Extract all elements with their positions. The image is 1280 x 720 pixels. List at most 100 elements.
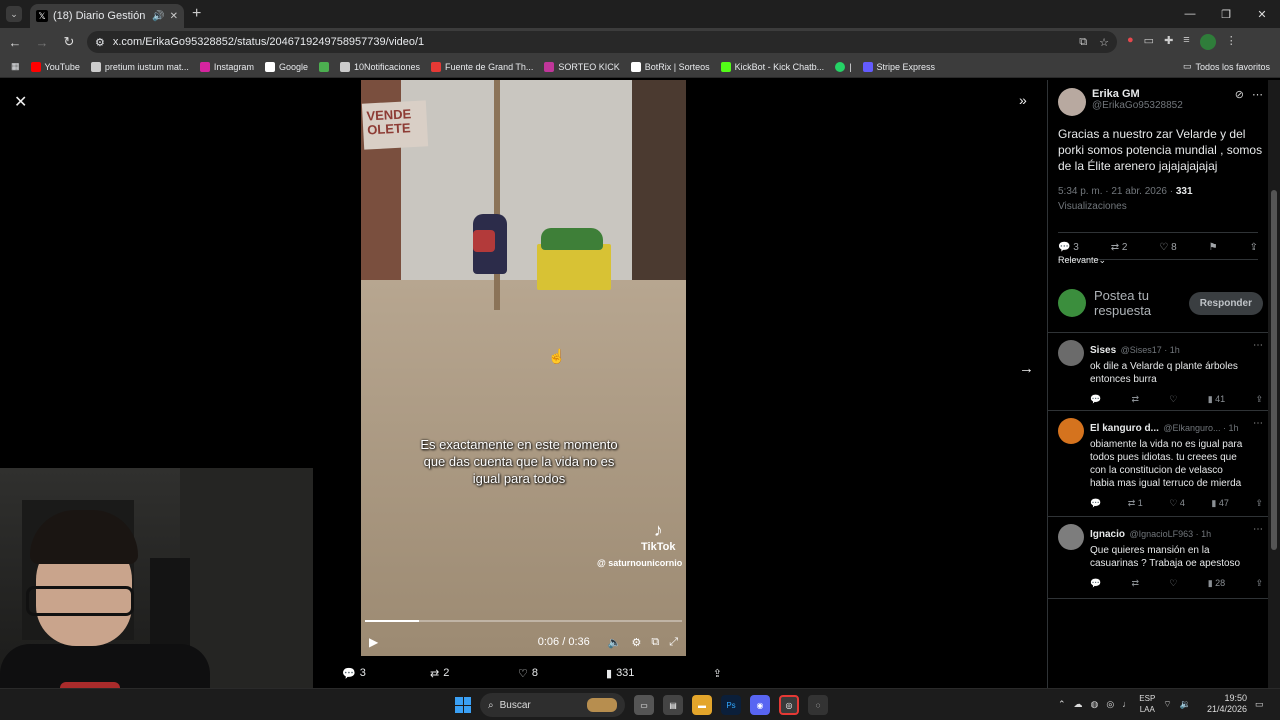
- reply-more-icon[interactable]: ⋯: [1253, 340, 1263, 386]
- restore-button[interactable]: ❐: [1208, 0, 1244, 28]
- expand-sidebar-icon[interactable]: »: [1019, 92, 1027, 108]
- apps-icon[interactable]: ▦: [11, 61, 20, 72]
- video-progress-bar[interactable]: [365, 620, 682, 622]
- reply-reply-icon[interactable]: 💬: [1090, 394, 1101, 405]
- reload-button[interactable]: ↻: [57, 30, 81, 54]
- page-scrollbar[interactable]: [1268, 80, 1280, 688]
- bookmark-10notificaciones[interactable]: 10Notificaciones: [339, 61, 420, 72]
- repost-button[interactable]: ⇄ 2: [430, 667, 518, 680]
- author-avatar[interactable]: [1058, 88, 1086, 116]
- reply-button[interactable]: 💬 3: [342, 667, 430, 680]
- windows-start-icon[interactable]: [455, 697, 471, 713]
- more-options-icon[interactable]: ⋯: [1252, 88, 1263, 116]
- bookmark-icon[interactable]: ⚑: [1209, 242, 1218, 253]
- grok-icon[interactable]: ⊘: [1235, 88, 1244, 116]
- author-name[interactable]: Erika GM: [1092, 88, 1183, 100]
- video-player[interactable]: VENDE OLETE Es exactamente en este momen…: [361, 80, 686, 656]
- language-indicator[interactable]: ESP LAA: [1139, 693, 1155, 715]
- site-info-icon[interactable]: ⚙: [95, 36, 105, 49]
- post-share-icon[interactable]: ⇪: [1250, 242, 1258, 253]
- volume-icon[interactable]: 🔈: [608, 636, 622, 649]
- tray-app-icon[interactable]: ◍: [1091, 699, 1099, 710]
- reply-reply-icon[interactable]: 💬: [1090, 498, 1101, 509]
- file-explorer-icon[interactable]: ▬: [692, 695, 712, 715]
- volume-tray-icon[interactable]: 🔉: [1180, 699, 1191, 710]
- bookmark-stripe[interactable]: Stripe Express: [862, 61, 935, 72]
- back-button[interactable]: ←: [3, 30, 27, 54]
- bookmark-pretium[interactable]: pretium iustum mat...: [90, 61, 189, 72]
- tray-network-icon[interactable]: ◎: [1106, 699, 1114, 710]
- reply-more-icon[interactable]: ⋯: [1253, 524, 1263, 570]
- views-button[interactable]: ▮ 331: [606, 667, 694, 680]
- sort-dropdown[interactable]: Relevante⌄: [1058, 255, 1106, 266]
- reply-item[interactable]: Sises @Sises17 · 1h ok dile a Velarde q …: [1058, 340, 1263, 405]
- reply-share-icon[interactable]: ⇪: [1255, 578, 1263, 589]
- post-repost-button[interactable]: ⇄ 2: [1111, 242, 1128, 253]
- reply-repost-button[interactable]: ⇄ 1: [1128, 498, 1143, 509]
- author-handle[interactable]: @ErikaGo95328852: [1092, 100, 1183, 111]
- extension-card-icon[interactable]: ▭: [1144, 34, 1154, 50]
- reply-item[interactable]: El kanguro d... @Elkanguro... · 1h obiam…: [1058, 418, 1263, 509]
- window-close-button[interactable]: ✕: [1244, 0, 1280, 28]
- browser-menu-icon[interactable]: ⋮: [1226, 34, 1237, 50]
- bookmark-gta[interactable]: Fuente de Grand Th...: [431, 61, 533, 72]
- photoshop-icon[interactable]: Ps: [721, 695, 741, 715]
- reply-more-icon[interactable]: ⋯: [1253, 418, 1263, 490]
- reply-repost-icon[interactable]: ⇄: [1132, 394, 1140, 405]
- tray-onedrive-icon[interactable]: ☁: [1074, 699, 1083, 710]
- next-media-icon[interactable]: →: [1019, 360, 1034, 377]
- fullscreen-icon[interactable]: ⤢: [669, 636, 678, 649]
- wifi-icon[interactable]: ⌔: [1163, 699, 1171, 710]
- responder-button[interactable]: Responder: [1188, 291, 1263, 315]
- reply-views[interactable]: ▮ 41: [1208, 394, 1225, 405]
- reply-like-button[interactable]: ♡ 4: [1169, 498, 1185, 509]
- task-view-icon[interactable]: ▭: [634, 695, 654, 715]
- speaker-icon[interactable]: 🔊: [152, 11, 164, 22]
- reply-like-icon[interactable]: ♡: [1169, 394, 1177, 405]
- reply-views[interactable]: ▮ 28: [1208, 578, 1225, 589]
- bookmark-youtube[interactable]: YouTube: [30, 61, 80, 72]
- profile-avatar[interactable]: [1199, 34, 1216, 50]
- install-icon[interactable]: ⧉: [1079, 36, 1087, 49]
- notifications-icon[interactable]: ▭: [1255, 699, 1264, 710]
- tab-close-icon[interactable]: ✕: [170, 11, 178, 22]
- post-time[interactable]: 5:34 p. m. · 21 abr. 2026 ·: [1058, 186, 1173, 197]
- printer-app-icon[interactable]: ▤: [663, 695, 683, 715]
- bookmark-sorteo-kick[interactable]: SORTEO KICK: [544, 61, 620, 72]
- media-icon[interactable]: ≡: [1183, 34, 1189, 50]
- reply-share-icon[interactable]: ⇪: [1255, 498, 1263, 509]
- reply-repost-icon[interactable]: ⇄: [1132, 578, 1140, 589]
- reply-name[interactable]: Sises: [1090, 345, 1116, 356]
- settings-icon[interactable]: ⚙: [631, 636, 641, 649]
- new-tab-button[interactable]: +: [192, 5, 201, 23]
- extensions-icon[interactable]: ✚: [1164, 34, 1173, 50]
- post-reply-button[interactable]: 💬 3: [1058, 242, 1079, 253]
- reply-item[interactable]: Ignacio @IgnacioLF963 · 1h Que quieres m…: [1058, 524, 1263, 589]
- taskbar-search[interactable]: ⌕ Buscar: [480, 693, 625, 717]
- reply-avatar[interactable]: [1058, 418, 1084, 444]
- reply-avatar[interactable]: [1058, 524, 1084, 550]
- bookmark-google[interactable]: Google: [264, 61, 308, 72]
- active-tab[interactable]: 𝕏 (18) Diario Gestión en X: "E... 🔊 ✕: [30, 4, 184, 28]
- obs-icon[interactable]: ◌: [808, 695, 828, 715]
- chrome-icon[interactable]: ◎: [779, 695, 799, 715]
- scrollbar-thumb[interactable]: [1271, 190, 1277, 550]
- tray-chevron-icon[interactable]: ⌃: [1058, 699, 1066, 710]
- share-button[interactable]: ⇪: [713, 667, 722, 680]
- reply-name[interactable]: El kanguro d...: [1090, 423, 1159, 434]
- tab-search-button[interactable]: ⌄: [6, 6, 22, 22]
- post-like-button[interactable]: ♡ 8: [1159, 242, 1176, 253]
- picture-in-picture-icon[interactable]: ⧉: [651, 636, 659, 649]
- url-field[interactable]: ⚙ x.com/ErikaGo95328852/status/204671924…: [87, 31, 1117, 53]
- bookmark-kickbot[interactable]: KickBot - Kick Chatb...: [720, 61, 824, 72]
- bookmark-star-icon[interactable]: ☆: [1099, 36, 1109, 49]
- bookmark-botrix[interactable]: BotRix | Sorteos: [630, 61, 710, 72]
- tray-mic-icon[interactable]: ♩: [1122, 699, 1131, 709]
- like-button[interactable]: ♡ 8: [518, 667, 606, 680]
- clock[interactable]: 19:50 21/4/2026: [1207, 693, 1247, 715]
- reply-name[interactable]: Ignacio: [1090, 529, 1125, 540]
- close-viewer-icon[interactable]: ✕: [14, 92, 27, 112]
- extension-record-icon[interactable]: ●: [1127, 34, 1134, 50]
- discord-icon[interactable]: ◉: [750, 695, 770, 715]
- bookmark-instagram[interactable]: Instagram: [199, 61, 254, 72]
